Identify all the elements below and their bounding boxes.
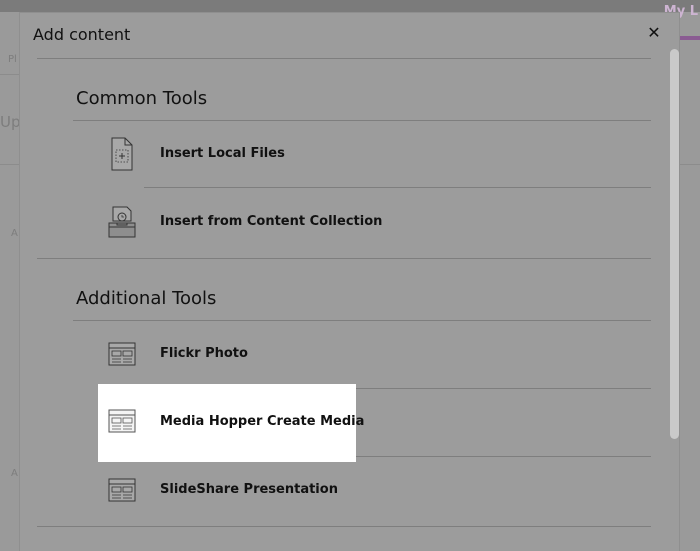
section-divider <box>37 526 651 527</box>
tool-insert-from-content-collection[interactable]: Insert from Content Collection <box>98 188 382 260</box>
web-page-icon <box>108 342 136 366</box>
content-collection-icon <box>108 206 136 238</box>
background-divider <box>0 74 20 75</box>
background-divider <box>680 164 700 165</box>
dialog-header: Add content ✕ <box>20 13 679 59</box>
background-text: Pl <box>8 54 17 65</box>
web-page-icon <box>108 409 136 433</box>
tool-label: SlideShare Presentation <box>160 482 338 497</box>
tool-label: Insert Local Files <box>160 146 285 161</box>
web-page-icon <box>108 478 136 502</box>
dialog-title: Add content <box>33 25 131 44</box>
tool-flickr-photo[interactable]: Flickr Photo <box>98 320 356 392</box>
dialog-content: Common Tools Insert Local Files Insert f… <box>37 58 651 551</box>
tool-slideshare-presentation[interactable]: SlideShare Presentation <box>98 456 356 528</box>
add-content-dialog: Add content ✕ Common Tools Insert Local … <box>19 12 680 551</box>
file-upload-icon <box>111 137 133 171</box>
background-accent-line <box>680 36 700 40</box>
section-divider <box>37 258 651 259</box>
tool-media-hopper-create-media[interactable]: Media Hopper Create Media <box>98 384 364 462</box>
dialog-scrollbar[interactable] <box>670 49 679 439</box>
tool-insert-local-files[interactable]: Insert Local Files <box>98 120 356 192</box>
background-top-bar <box>0 0 700 12</box>
background-divider <box>0 164 20 165</box>
background-text: A <box>11 228 18 239</box>
item-divider <box>356 456 651 457</box>
tool-label: Insert from Content Collection <box>160 214 383 229</box>
tool-label: Media Hopper Create Media <box>160 414 365 429</box>
content-top-divider <box>37 58 651 59</box>
background-text: A <box>11 468 18 479</box>
tool-label: Flickr Photo <box>160 346 248 361</box>
section-title-common-tools: Common Tools <box>76 88 208 109</box>
close-button[interactable]: ✕ <box>644 23 664 43</box>
section-title-additional-tools: Additional Tools <box>76 288 217 309</box>
